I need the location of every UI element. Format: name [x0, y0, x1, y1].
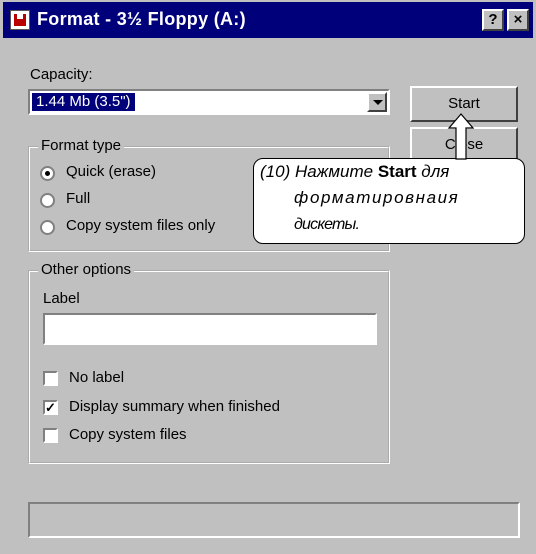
pointer-arrow-icon	[447, 113, 475, 160]
checkbox-no-label-text[interactable]: No label	[69, 369, 124, 386]
checkbox-copy-system-files[interactable]	[43, 428, 58, 443]
capacity-label: Capacity:	[30, 66, 93, 83]
capacity-select[interactable]: 1.44 Mb (3.5")	[28, 89, 390, 115]
chevron-down-icon[interactable]	[367, 92, 387, 112]
radio-full-label[interactable]: Full	[66, 190, 90, 207]
checkbox-display-summary-text[interactable]: Display summary when finished	[69, 398, 280, 415]
start-button-label: Start	[448, 95, 480, 112]
callout-line-3: дискеты.	[294, 216, 360, 233]
floppy-format-icon	[10, 10, 30, 30]
window-title: Format - 3½ Floppy (A:)	[37, 9, 246, 29]
checkbox-display-summary[interactable]: ✓	[43, 400, 58, 415]
radio-copy-system-only[interactable]	[40, 220, 55, 235]
radio-copy-system-only-label[interactable]: Copy system files only	[66, 217, 215, 234]
checkbox-copy-system-files-text[interactable]: Copy system files	[69, 426, 187, 443]
radio-quick[interactable]	[40, 166, 55, 181]
help-icon: ?	[488, 11, 498, 28]
label-caption: Label	[43, 290, 80, 307]
progress-bar	[28, 502, 520, 538]
label-input[interactable]	[43, 313, 377, 345]
help-button[interactable]: ?	[482, 9, 504, 31]
radio-full[interactable]	[40, 193, 55, 208]
checkbox-no-label[interactable]	[43, 371, 58, 386]
instruction-callout: (10) Нажмите Start для форматировнаия ди…	[253, 158, 525, 244]
capacity-value: 1.44 Mb (3.5")	[32, 93, 135, 111]
close-window-button[interactable]: ×	[507, 9, 529, 31]
close-icon: ×	[513, 11, 523, 28]
format-dialog: Format - 3½ Floppy (A:) ? × Capacity: 1.…	[0, 0, 536, 554]
format-type-title: Format type	[38, 137, 125, 154]
other-options-title: Other options	[38, 261, 135, 278]
callout-line-1: (10) Нажмите Start для	[260, 162, 450, 181]
radio-quick-label[interactable]: Quick (erase)	[66, 163, 156, 180]
title-bar: Format - 3½ Floppy (A:) ? ×	[3, 2, 533, 38]
callout-line-2: форматировнаия	[294, 188, 460, 207]
